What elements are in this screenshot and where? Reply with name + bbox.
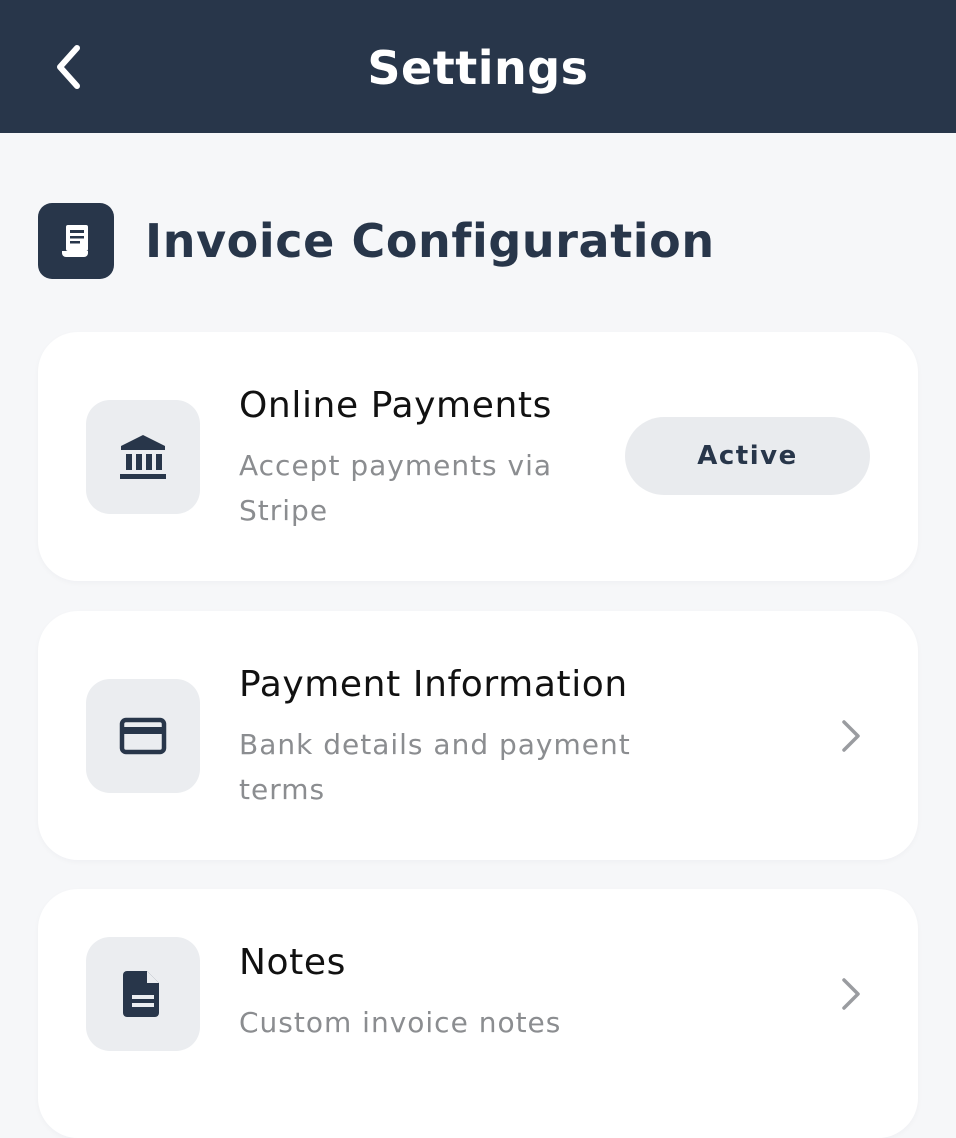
- chevron-right-icon: [833, 711, 869, 761]
- section-header: Invoice Configuration: [38, 203, 715, 279]
- card-subtitle: Accept payments via Stripe: [239, 449, 553, 527]
- credit-card-icon: [119, 717, 167, 755]
- notes-card[interactable]: Notes Custom invoice notes: [38, 889, 918, 1138]
- section-title: Invoice Configuration: [145, 214, 715, 268]
- online-payments-card[interactable]: Online Payments Accept payments via Stri…: [38, 332, 918, 581]
- card-title: Payment Information: [239, 664, 628, 705]
- bank-icon-tile: [86, 400, 200, 514]
- document-icon-tile: [86, 937, 200, 1051]
- receipt-icon: [38, 203, 114, 279]
- bank-icon: [120, 435, 166, 479]
- card-subtitle: Custom invoice notes: [239, 1006, 562, 1039]
- document-icon: [123, 971, 159, 1017]
- card-subtitle: Bank details and payment terms: [239, 728, 631, 806]
- status-badge[interactable]: Active: [625, 417, 870, 495]
- chevron-right-icon: [833, 969, 869, 1019]
- credit-card-icon-tile: [86, 679, 200, 793]
- page-title: Settings: [367, 41, 589, 95]
- card-title: Notes: [239, 942, 346, 983]
- payment-information-card[interactable]: Payment Information Bank details and pay…: [38, 611, 918, 860]
- app-header: Settings: [0, 0, 956, 133]
- card-title: Online Payments: [239, 385, 552, 426]
